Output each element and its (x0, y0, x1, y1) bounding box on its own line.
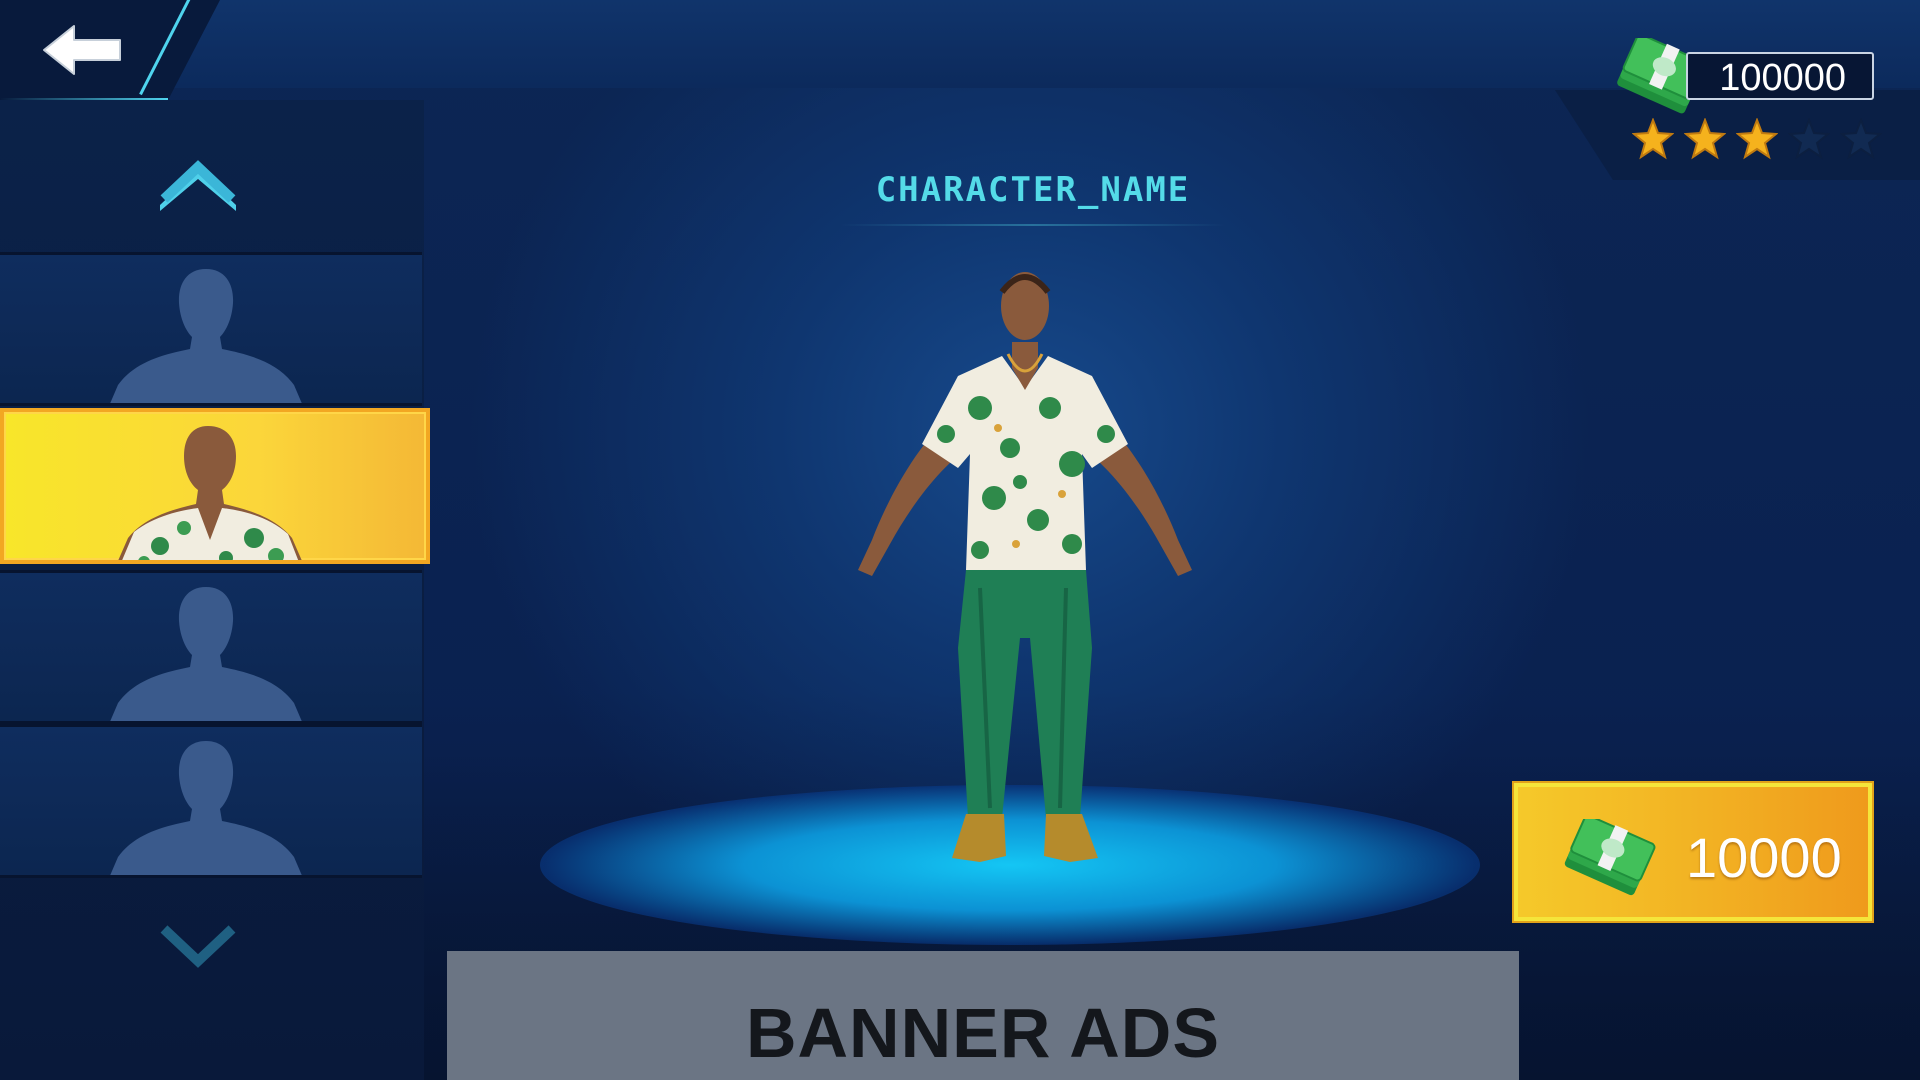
balance-display: 100000 (1686, 52, 1874, 100)
scroll-down-button[interactable] (158, 915, 238, 973)
star-filled-icon (1684, 118, 1726, 160)
cash-stack-icon (1564, 819, 1656, 896)
character-portrait (118, 426, 302, 560)
name-underline (840, 224, 1226, 226)
character-slot-3[interactable] (0, 570, 422, 724)
star-empty-icon (1840, 118, 1882, 160)
buy-price: 10000 (1686, 826, 1842, 889)
character-slot-1[interactable] (0, 252, 422, 406)
character-model (858, 272, 1192, 862)
banner-ad-text: BANNER ADS (745, 994, 1221, 1072)
chevron-down-icon (160, 925, 236, 968)
star-empty-icon (1788, 118, 1830, 160)
silhouette-icon (110, 269, 302, 403)
banner-ad[interactable]: BANNER ADS (447, 951, 1519, 1080)
chevron-up-icon (160, 160, 236, 211)
buy-button[interactable]: 10000 (1514, 783, 1872, 921)
silhouette-icon (110, 741, 302, 875)
star-rating (1632, 118, 1882, 160)
star-filled-icon (1632, 118, 1674, 160)
scroll-up-button[interactable] (158, 155, 238, 213)
arrow-left-icon (43, 25, 121, 75)
character-slot-2[interactable] (0, 408, 430, 564)
silhouette-icon (110, 587, 302, 721)
star-filled-icon (1736, 118, 1778, 160)
character-slot-4[interactable] (0, 724, 422, 878)
character-name: CHARACTER_NAME (875, 170, 1191, 210)
back-button[interactable] (40, 22, 126, 78)
